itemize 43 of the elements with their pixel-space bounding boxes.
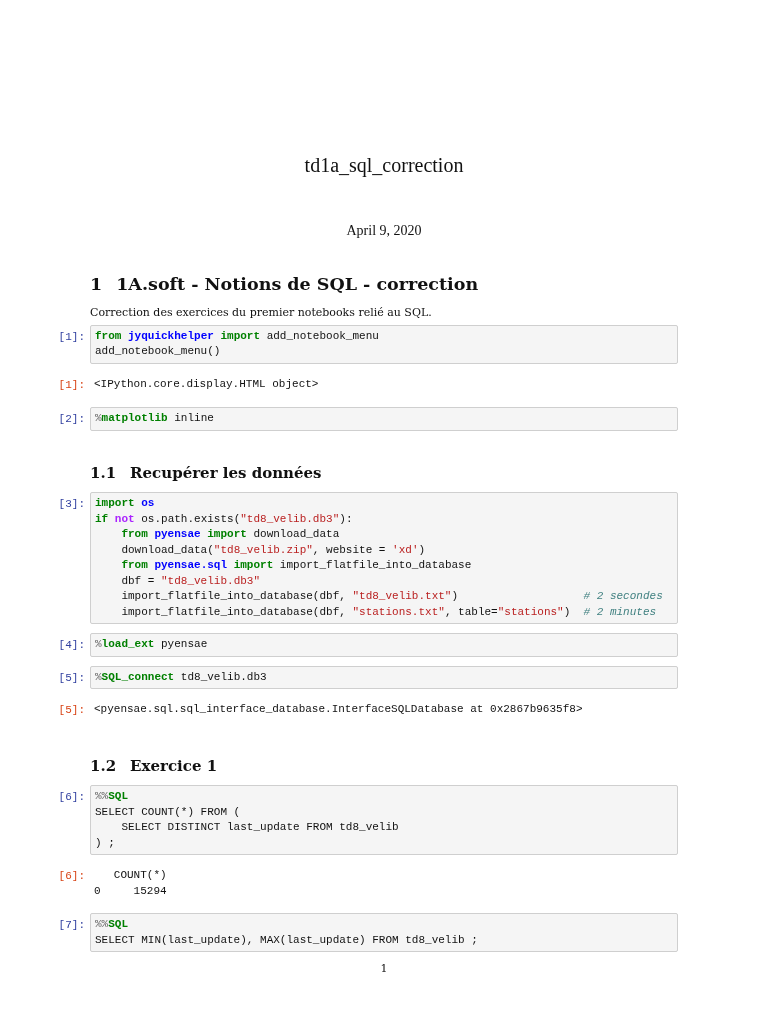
code-line: add_notebook_menu() <box>95 344 222 360</box>
code-line: dbf = "td8_velib.db3" <box>120 573 262 589</box>
input-prompt: [7]: <box>57 918 86 934</box>
input-prompt: [4]: <box>57 638 86 654</box>
output-prompt: [1]: <box>57 377 86 393</box>
code-line: from jyquickhelper import add_notebook_menu <box>95 328 380 344</box>
code-line: <pyensae.sql.sql_interface_database.InterfaceSQLDatabase at 0x2867b9635f8> <box>94 702 584 718</box>
code-line: SELECT DISTINCT last_update FROM td8_velib <box>120 820 400 836</box>
code-line: SELECT COUNT(*) FROM ( <box>95 804 242 820</box>
code-line: download_data("td8_velib.zip", website = 'xd') <box>120 542 427 558</box>
code-line: <IPython.core.display.HTML object> <box>94 376 320 392</box>
paragraph: Correction des exercices du premier notebooks relié au SQL. <box>90 305 433 322</box>
code-line: from pyensae.sql import import_flatfile_into_database <box>120 558 473 574</box>
code-line: import_flatfile_into_database(dbf, "stations.txt", table="stations") # 2 minutes <box>120 604 658 620</box>
code-line: %%SQL <box>95 789 129 805</box>
code-line: %load_ext pyensae <box>95 637 209 653</box>
heading-text: 1A.soft - Notions de SQL - correction <box>116 273 479 296</box>
input-prompt: [3]: <box>57 497 86 513</box>
code-line: COUNT(*) <box>112 868 168 884</box>
code-line: import_flatfile_into_database(dbf, "td8_velib.txt") # 2 secondes <box>120 589 664 605</box>
code-line: %matplotlib inline <box>95 411 215 427</box>
code-line: 0 15294 <box>94 883 168 899</box>
code-line: %%SQL <box>95 917 129 933</box>
heading-number: 1.1 <box>90 462 117 484</box>
input-prompt: [1]: <box>57 329 86 345</box>
code-line: ) ; <box>95 835 116 851</box>
document-date: April 9, 2020 <box>345 222 423 240</box>
code-line: from pyensae import download_data <box>120 527 341 543</box>
output-prompt: [5]: <box>57 703 86 719</box>
code-line: if not os.path.exists("td8_velib.db3"): <box>95 511 354 527</box>
heading-text: Recupérer les données <box>130 462 322 484</box>
code-line: SELECT MIN(last_update), MAX(last_update) FROM td8_velib ; <box>95 932 479 948</box>
heading-text: Exercice 1 <box>130 755 218 777</box>
document-title: td1a_sql_correction <box>303 153 465 179</box>
code-line: %SQL_connect td8_velib.db3 <box>95 669 268 685</box>
input-prompt: [2]: <box>57 412 86 428</box>
page-number: 1 <box>379 961 389 978</box>
output-prompt: [6]: <box>57 869 86 885</box>
heading-number: 1 <box>90 273 103 296</box>
heading-number: 1.2 <box>90 755 117 777</box>
input-prompt: [6]: <box>57 790 86 806</box>
input-prompt: [5]: <box>57 670 86 686</box>
code-line: import os <box>95 496 156 512</box>
